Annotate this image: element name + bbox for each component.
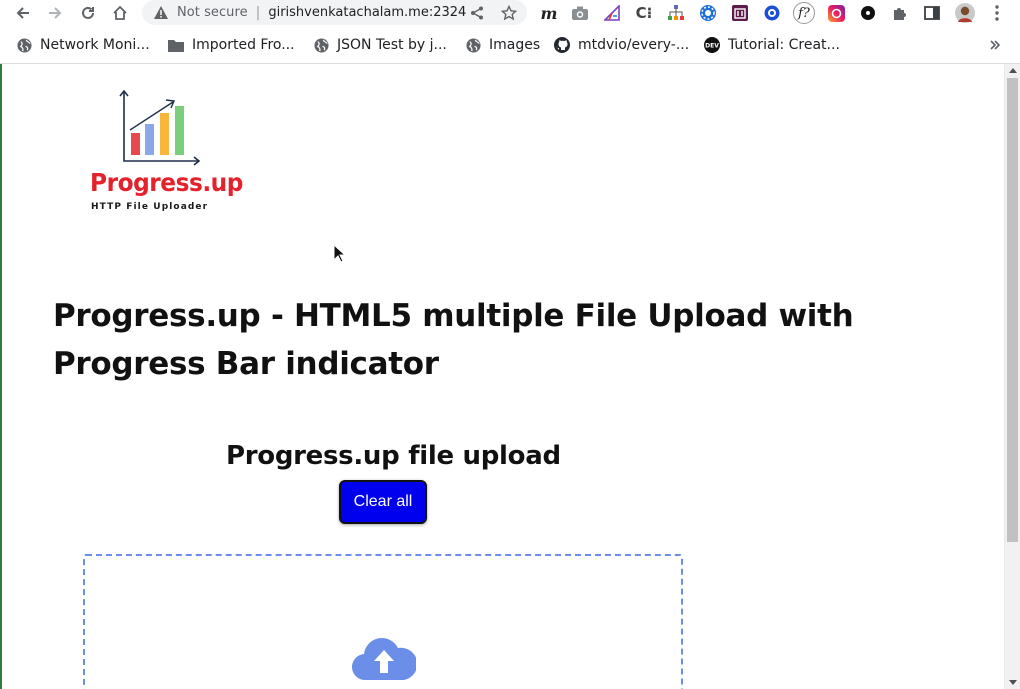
bookmark-label: Images: [489, 37, 541, 53]
browser-toolbar: Not secure | girishvenkatachalam.me:2324…: [0, 0, 1020, 26]
github-icon: [554, 37, 570, 53]
forward-icon[interactable]: [44, 2, 66, 24]
scroll-up-icon[interactable]: [1009, 68, 1017, 73]
bookmark-imported-folder[interactable]: Imported Fro...: [168, 36, 295, 54]
scroll-down-icon[interactable]: [1009, 680, 1017, 685]
gear-blue-icon[interactable]: [698, 3, 718, 23]
more-bookmarks-icon[interactable]: [990, 36, 1000, 54]
vertical-scrollbar[interactable]: [1004, 64, 1020, 689]
bookmark-json-test[interactable]: JSON Test by j...: [313, 36, 447, 54]
divider: |: [255, 4, 261, 21]
bookmark-label: Tutorial: Creat...: [728, 37, 840, 53]
page-viewport: Progress.up HTTP File Uploader Progress.…: [0, 64, 1004, 689]
avatar-icon[interactable]: [955, 3, 975, 23]
home-icon[interactable]: [109, 2, 131, 24]
url-text[interactable]: girishvenkatachalam.me:2324: [268, 5, 466, 20]
m-icon[interactable]: m: [539, 3, 559, 23]
svg-text:DEV: DEV: [705, 43, 719, 50]
logo: Progress.up HTTP File Uploader: [88, 86, 244, 216]
instagram-icon[interactable]: [826, 3, 846, 23]
folder-icon: [168, 37, 184, 53]
logo-subtitle: HTTP File Uploader: [91, 202, 209, 212]
upload-heading: Progress.up file upload: [226, 441, 561, 471]
tutorial-icon: DEV: [704, 37, 720, 53]
bookmark-label: JSON Test by j...: [337, 37, 447, 53]
bookmark-network-monitor[interactable]: Network Moni...: [16, 36, 150, 54]
calendar-icon[interactable]: [730, 3, 750, 23]
warning-icon[interactable]: [154, 6, 168, 20]
bookmark-label: mtdvio/every-...: [578, 37, 690, 53]
bookmark-label: Network Moni...: [40, 37, 150, 53]
camera-icon[interactable]: [570, 3, 590, 23]
f-icon[interactable]: f?: [793, 2, 815, 24]
c-icon[interactable]: C⁝: [634, 3, 654, 23]
clear-all-button[interactable]: Clear all: [339, 480, 427, 524]
puzzle-icon[interactable]: [890, 3, 910, 23]
address-bar[interactable]: Not secure | girishvenkatachalam.me:2324: [142, 0, 527, 25]
bookmark-label: Imported Fro...: [192, 37, 295, 53]
security-label[interactable]: Not secure: [177, 5, 248, 20]
ring-icon[interactable]: [762, 3, 782, 23]
menu-icon[interactable]: [987, 3, 1007, 23]
sidepanel-icon[interactable]: [922, 3, 942, 23]
window-edge: [0, 64, 2, 689]
file-drop-zone[interactable]: [83, 554, 683, 689]
scrollbar-thumb[interactable]: [1007, 78, 1018, 542]
globe-icon: [465, 37, 481, 53]
bookmarks-bar: Network Moni... Imported Fro... JSON Tes…: [0, 30, 1020, 60]
chart-logo-icon: [119, 89, 201, 166]
sitemap-icon[interactable]: [666, 3, 686, 23]
ruler-icon[interactable]: [602, 3, 622, 23]
globe-icon: [16, 37, 32, 53]
share-icon[interactable]: [468, 4, 486, 22]
back-icon[interactable]: [12, 2, 34, 24]
logo-title: Progress.up: [90, 168, 243, 197]
bookmark-images[interactable]: Images: [465, 36, 540, 54]
bookmark-tutorial[interactable]: DEV Tutorial: Creat...: [704, 36, 840, 54]
star-icon[interactable]: [500, 4, 518, 22]
globe-icon: [313, 37, 329, 53]
cloud-upload-icon[interactable]: [352, 634, 416, 684]
reload-icon[interactable]: [77, 2, 99, 24]
bookmark-mtdvio[interactable]: mtdvio/every-...: [554, 36, 689, 54]
mouse-cursor-icon: [333, 244, 347, 263]
page-title: Progress.up - HTML5 multiple File Upload…: [53, 298, 854, 382]
dot-icon[interactable]: [858, 3, 878, 23]
